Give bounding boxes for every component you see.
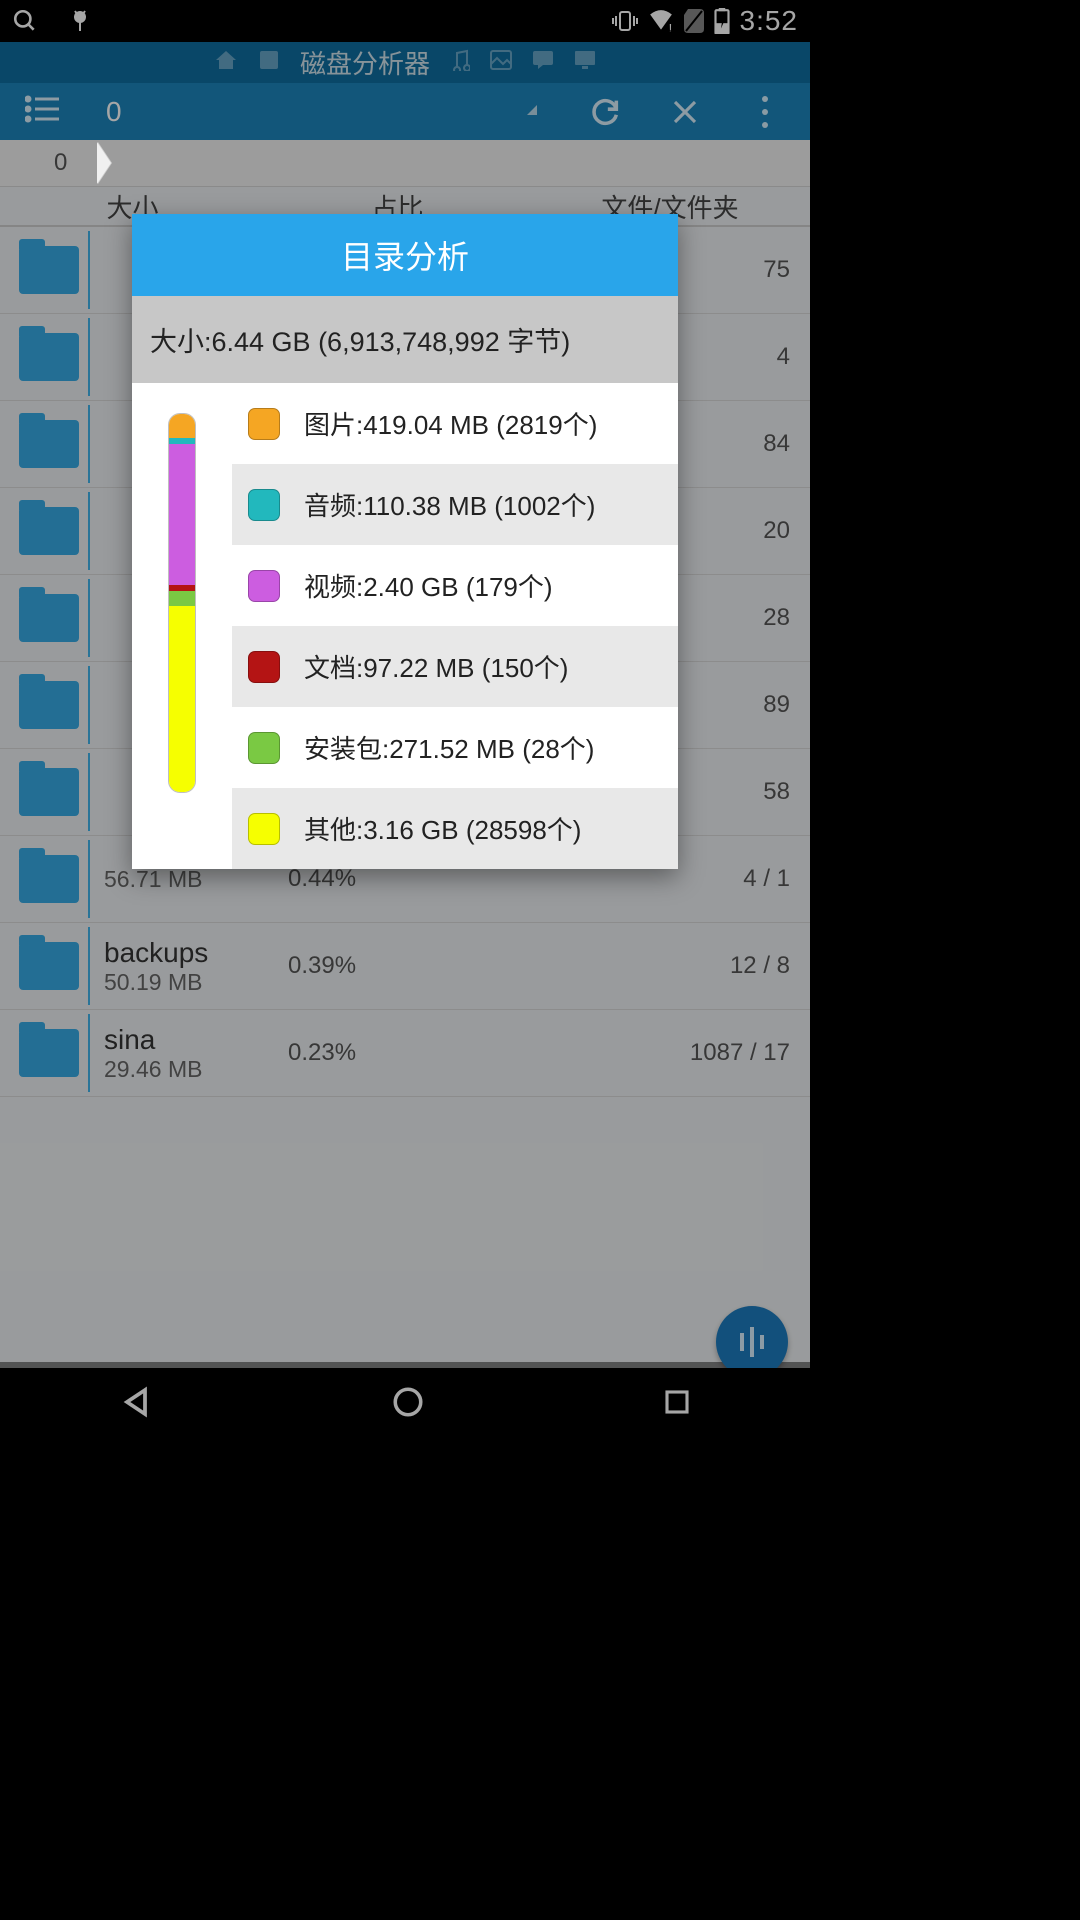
category-label: 图片:419.04 MB (2819个) [304,405,597,442]
bar-segment [169,444,195,585]
color-swatch [248,732,280,764]
category-label: 其他:3.16 GB (28598个) [304,810,581,847]
category-list: 图片:419.04 MB (2819个) 音频:110.38 MB (1002个)… [232,383,678,869]
category-label: 安装包:271.52 MB (28个) [304,729,594,766]
category-item[interactable]: 视频:2.40 GB (179个) [232,545,678,626]
category-item[interactable]: 图片:419.04 MB (2819个) [232,383,678,464]
dialog-title: 目录分析 [132,214,678,296]
stacked-bar-chart [132,383,232,869]
category-label: 音频:110.38 MB (1002个) [304,486,595,523]
color-swatch [248,489,280,521]
color-swatch [248,813,280,845]
category-item[interactable]: 音频:110.38 MB (1002个) [232,464,678,545]
screen: ! 3:52 磁盘分析器 0 0 大小 占比 文件/文件夹 75484 [0,0,810,1440]
bar-segment [169,414,195,438]
modal-overlay[interactable]: 目录分析 大小:6.44 GB (6,913,748,992 字节) 图片:41… [0,0,810,1440]
bar-segment [169,606,195,792]
category-label: 文档:97.22 MB (150个) [304,648,568,685]
category-item[interactable]: 其他:3.16 GB (28598个) [232,788,678,869]
bar-segment [169,591,195,607]
color-swatch [248,570,280,602]
category-item[interactable]: 文档:97.22 MB (150个) [232,626,678,707]
color-swatch [248,651,280,683]
category-label: 视频:2.40 GB (179个) [304,567,553,604]
category-item[interactable]: 安装包:271.52 MB (28个) [232,707,678,788]
color-swatch [248,408,280,440]
directory-analysis-dialog: 目录分析 大小:6.44 GB (6,913,748,992 字节) 图片:41… [132,214,678,869]
dialog-size-line: 大小:6.44 GB (6,913,748,992 字节) [132,296,678,383]
